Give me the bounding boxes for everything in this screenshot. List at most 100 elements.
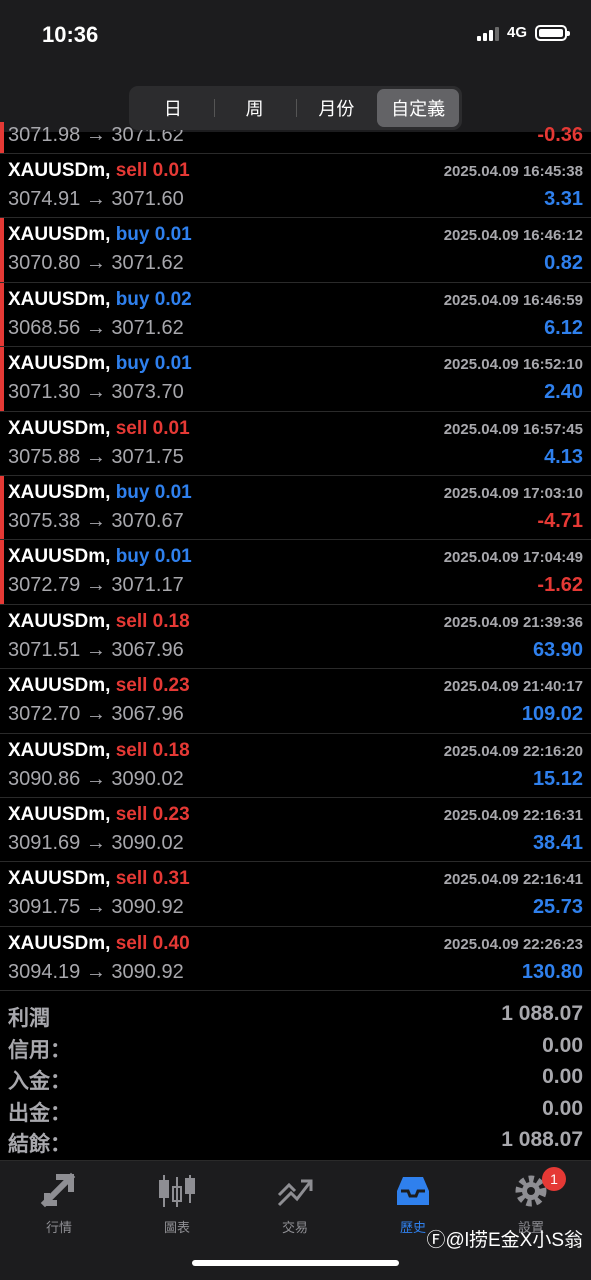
row-profit: -4.71 <box>537 509 583 532</box>
history-row[interactable]: XAUUSDm, buy 0.01 2025.04.09 17:04:49 30… <box>0 540 591 605</box>
row-date: 2025.04.09 22:16:31 <box>443 806 583 824</box>
row-marker <box>0 218 4 282</box>
row-profit: 130.80 <box>521 960 583 983</box>
network-type: 4G <box>506 24 527 41</box>
tab-label: 行情 <box>45 1220 72 1235</box>
tab-label: 歷史 <box>399 1220 426 1235</box>
row-symbol: XAUUSDm, sell 0.18 <box>8 739 190 761</box>
row-profit: -0.36 <box>537 124 583 146</box>
row-date: 2025.04.09 16:46:12 <box>443 227 583 245</box>
tab-quotes[interactable]: 行情 <box>0 1171 118 1241</box>
summary-value: 0.00 <box>542 1033 583 1057</box>
segment-custom[interactable]: 自定義 <box>377 89 459 127</box>
summary-section: 利潤 1 088.07 信用： 0.00 入金： 0.00 出金： 0.00 結… <box>0 998 591 1156</box>
history-list: 3071.98 → 3071.62 -0.36 XAUUSDm, sell 0.… <box>0 122 591 992</box>
summary-label: 利潤 <box>8 1007 50 1030</box>
row-profit: 0.82 <box>544 252 583 275</box>
tab-label: 圖表 <box>163 1220 190 1235</box>
history-row[interactable]: XAUUSDm, buy 0.02 2025.04.09 16:46:59 30… <box>0 282 591 348</box>
row-prices: 3071.51 → 3067.96 <box>8 638 184 661</box>
row-side: sell 0.31 <box>115 868 190 890</box>
summary-balance: 結餘： 1 088.07 <box>0 1124 591 1156</box>
row-symbol: XAUUSDm, sell 0.31 <box>8 868 190 890</box>
row-prices: 3090.86 → 3090.02 <box>8 767 184 790</box>
segment-day[interactable]: 日 <box>132 89 214 127</box>
status-time: 10:36 <box>42 22 99 47</box>
summary-label: 結餘： <box>8 1133 71 1156</box>
history-row[interactable]: XAUUSDm, sell 0.18 2025.04.09 22:16:20 3… <box>0 734 591 798</box>
row-symbol: XAUUSDm, sell 0.23 <box>8 803 190 825</box>
row-date: 2025.04.09 16:46:59 <box>443 291 583 309</box>
row-side: sell 0.40 <box>115 932 190 954</box>
row-profit: 6.12 <box>544 316 583 339</box>
row-side: sell 0.01 <box>115 160 190 181</box>
row-date: 2025.04.09 21:40:17 <box>443 678 583 696</box>
row-side: buy 0.01 <box>115 481 192 503</box>
history-row[interactable]: XAUUSDm, sell 0.01 2025.04.09 16:57:45 3… <box>0 412 591 476</box>
row-prices: 3071.30 → 3073.70 <box>8 381 184 404</box>
segment-month[interactable]: 月份 <box>295 89 378 127</box>
row-side: sell 0.23 <box>115 675 190 697</box>
row-symbol: XAUUSDm, buy 0.02 <box>8 288 192 310</box>
history-row[interactable]: XAUUSDm, buy 0.01 2025.04.09 16:46:12 30… <box>0 218 591 283</box>
row-prices: 3074.91 → 3071.60 <box>8 188 184 210</box>
row-side: sell 0.18 <box>115 610 190 632</box>
row-side: buy 0.01 <box>115 546 192 568</box>
summary-label: 入金： <box>8 1070 71 1093</box>
row-profit: -1.62 <box>537 574 583 597</box>
history-row[interactable]: XAUUSDm, sell 0.31 2025.04.09 22:16:41 3… <box>0 862 591 927</box>
signal-icon <box>476 25 499 41</box>
row-prices: 3091.75 → 3090.92 <box>8 896 184 919</box>
summary-value: 0.00 <box>542 1096 583 1120</box>
row-profit: 2.40 <box>544 381 583 404</box>
history-row[interactable]: XAUUSDm, sell 0.01 2025.04.09 16:45:38 3… <box>0 154 591 219</box>
segment-week[interactable]: 周 <box>213 89 296 127</box>
row-prices: 3072.79 → 3071.17 <box>8 574 184 597</box>
trade-icon <box>277 1179 313 1207</box>
history-icon <box>397 1177 429 1205</box>
tab-chart[interactable]: 圖表 <box>118 1171 236 1241</box>
row-symbol: XAUUSDm, sell 0.18 <box>8 610 190 632</box>
row-profit: 15.12 <box>532 767 583 790</box>
history-row[interactable]: XAUUSDm, sell 0.23 2025.04.09 21:40:17 3… <box>0 669 591 734</box>
row-marker <box>0 347 4 411</box>
row-profit: 3.31 <box>544 188 583 210</box>
row-date: 2025.04.09 22:26:23 <box>443 935 583 953</box>
history-row[interactable]: XAUUSDm, sell 0.23 2025.04.09 22:16:31 3… <box>0 798 591 863</box>
row-prices: 3094.19 → 3090.92 <box>8 960 184 983</box>
row-side: sell 0.01 <box>115 417 190 439</box>
history-row[interactable]: XAUUSDm, sell 0.40 2025.04.09 22:26:23 3… <box>0 927 591 992</box>
tab-trade[interactable]: 交易 <box>236 1171 354 1241</box>
row-date: 2025.04.09 16:45:38 <box>443 163 583 180</box>
row-marker <box>0 475 4 540</box>
status-indicators: 4G <box>476 24 570 41</box>
tab-bar: 行情 圖表 交易 歷史 1 設置 Ⓕ@l捞E金X小S翁 <box>0 1160 591 1280</box>
row-side: buy 0.01 <box>115 353 192 375</box>
row-symbol: XAUUSDm, sell 0.23 <box>8 675 190 697</box>
row-symbol: XAUUSDm, buy 0.01 <box>8 481 192 503</box>
history-row[interactable]: XAUUSDm, buy 0.01 2025.04.09 17:03:10 30… <box>0 475 591 541</box>
row-prices: 3075.88 → 3071.75 <box>8 445 184 468</box>
summary-label: 信用： <box>8 1038 71 1062</box>
row-symbol: XAUUSDm, buy 0.01 <box>8 224 192 246</box>
tab-label: 交易 <box>281 1220 308 1235</box>
row-symbol: XAUUSDm, buy 0.01 <box>8 546 192 568</box>
summary-value: 1 088.07 <box>501 1128 583 1151</box>
row-profit: 38.41 <box>532 831 583 854</box>
row-profit: 109.02 <box>521 703 583 726</box>
summary-label: 出金： <box>8 1101 71 1125</box>
row-prices: 3091.69 → 3090.02 <box>8 831 184 854</box>
row-prices: 3072.70 → 3067.96 <box>8 703 184 726</box>
row-marker <box>0 122 4 153</box>
history-row[interactable]: XAUUSDm, buy 0.01 2025.04.09 16:52:10 30… <box>0 347 591 412</box>
history-row[interactable]: XAUUSDm, sell 0.18 2025.04.09 21:39:36 3… <box>0 605 591 670</box>
watermark-text: Ⓕ@l捞E金X小S翁 <box>426 1230 583 1251</box>
row-side: sell 0.18 <box>115 739 190 761</box>
summary-profit: 利潤 1 088.07 <box>0 998 591 1030</box>
row-symbol: XAUUSDm, sell 0.01 <box>8 417 190 439</box>
status-bar: 10:36 4G <box>0 0 591 70</box>
row-date: 2025.04.09 16:52:10 <box>443 356 583 374</box>
row-profit: 25.73 <box>532 896 583 919</box>
row-profit: 4.13 <box>544 445 583 468</box>
battery-icon <box>535 24 570 41</box>
